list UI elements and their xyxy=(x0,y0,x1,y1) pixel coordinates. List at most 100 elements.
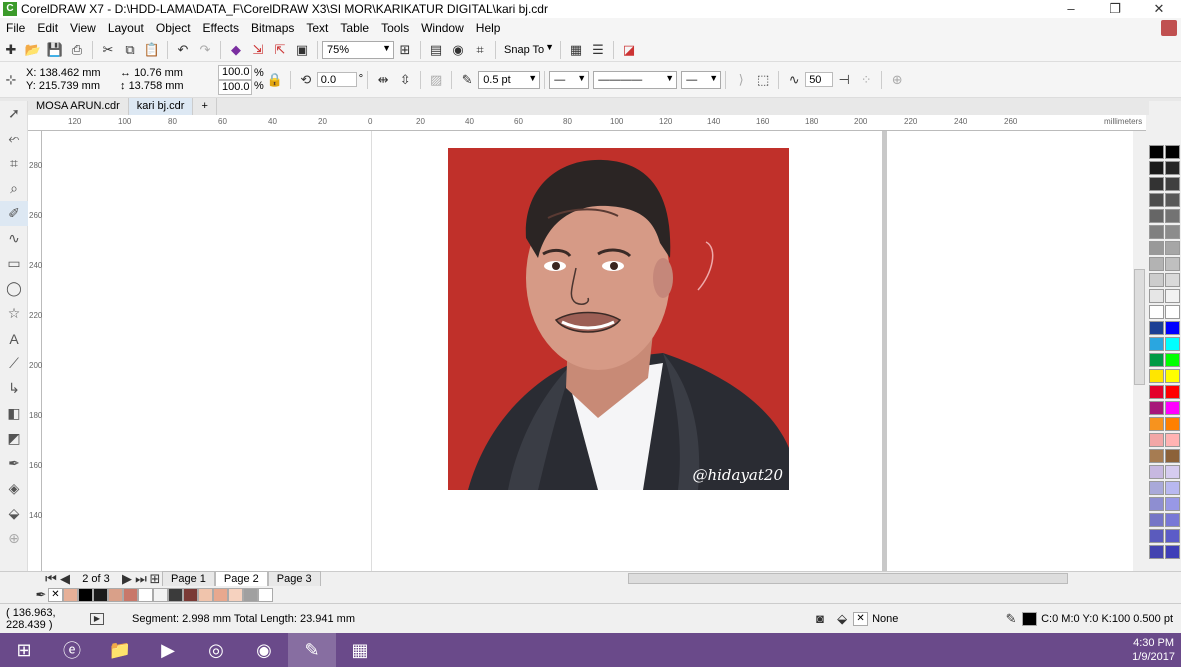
drop-shadow-icon[interactable]: ◧ xyxy=(0,401,28,426)
palette-swatch[interactable] xyxy=(1165,433,1180,447)
palette-swatch[interactable] xyxy=(1149,225,1164,239)
polygon-tool-icon[interactable]: ☆ xyxy=(0,301,28,326)
palette-swatch[interactable] xyxy=(1165,465,1180,479)
document-swatch[interactable] xyxy=(228,587,243,602)
scale-x-input[interactable]: 100.0 xyxy=(218,64,252,80)
new-document-icon[interactable]: ✚ xyxy=(0,39,22,61)
connector-tool-icon[interactable]: ↳ xyxy=(0,376,28,401)
palette-swatch[interactable] xyxy=(1149,417,1164,431)
height-field[interactable]: ↕ 13.758 mm xyxy=(120,80,212,93)
drawing-canvas[interactable]: @hidayat20 xyxy=(42,131,1146,571)
palette-swatch[interactable] xyxy=(1149,177,1164,191)
palette-swatch[interactable] xyxy=(1149,449,1164,463)
palette-swatch[interactable] xyxy=(1149,273,1164,287)
rectangle-tool-icon[interactable]: ▭ xyxy=(0,251,28,276)
smart-fill-icon[interactable]: ⬙ xyxy=(0,501,28,526)
palette-swatch[interactable] xyxy=(1149,369,1164,383)
palette-swatch[interactable] xyxy=(1165,289,1180,303)
palette-swatch[interactable] xyxy=(1149,465,1164,479)
menu-layout[interactable]: Layout xyxy=(102,18,150,38)
tab-mosa-arun[interactable]: MOSA ARUN.cdr xyxy=(28,98,129,115)
palette-swatch[interactable] xyxy=(1165,193,1180,207)
caricature-artwork[interactable]: @hidayat20 xyxy=(448,148,789,490)
palette-swatch[interactable] xyxy=(1149,385,1164,399)
lock-ratio-icon[interactable]: 🔒 xyxy=(264,69,286,91)
vertical-scroll-thumb[interactable] xyxy=(1134,269,1145,385)
outline-pen-icon[interactable]: ✎ xyxy=(1000,608,1022,630)
end-arrowhead-select[interactable]: — ▼ xyxy=(681,70,722,89)
palette-swatch[interactable] xyxy=(1165,145,1180,159)
print-icon[interactable]: ⎙ xyxy=(66,39,88,61)
chrome-icon[interactable]: ◎ xyxy=(192,633,240,667)
palette-swatch[interactable] xyxy=(1165,321,1180,335)
new-tab-button[interactable]: + xyxy=(193,98,217,115)
document-swatch[interactable] xyxy=(123,587,138,602)
palette-swatch[interactable] xyxy=(1149,193,1164,207)
palette-swatch[interactable] xyxy=(1149,401,1164,415)
file-explorer-icon[interactable]: 📁 xyxy=(96,633,144,667)
smoothing-input[interactable]: 50 xyxy=(805,72,834,87)
artistic-media-icon[interactable]: ∿ xyxy=(0,226,28,251)
palette-swatch[interactable] xyxy=(1165,449,1180,463)
palette-swatch[interactable] xyxy=(1165,337,1180,351)
outline-width-select[interactable]: 0.5 pt ▼ xyxy=(478,70,541,89)
palette-swatch[interactable] xyxy=(1165,529,1180,543)
palette-swatch[interactable] xyxy=(1165,273,1180,287)
horizontal-scrollbar[interactable] xyxy=(628,573,1068,584)
interactive-fill-icon[interactable]: ◈ xyxy=(0,476,28,501)
show-grid-icon[interactable]: ⌗ xyxy=(469,39,491,61)
document-swatch[interactable] xyxy=(213,587,228,602)
menu-object[interactable]: Object xyxy=(150,18,197,38)
palette-swatch[interactable] xyxy=(1165,257,1180,271)
palette-swatch[interactable] xyxy=(1149,321,1164,335)
document-swatch[interactable] xyxy=(138,587,153,602)
freehand-tool-icon[interactable]: ✐ xyxy=(0,201,28,226)
smoothing-slider-icon[interactable]: ⊣ xyxy=(833,69,855,91)
ellipse-tool-icon[interactable]: ◯ xyxy=(0,276,28,301)
mirror-vertical-icon[interactable]: ⇳ xyxy=(394,69,416,91)
start-arrowhead-select[interactable]: — ▼ xyxy=(549,70,590,89)
options-icon[interactable]: ▦ xyxy=(565,39,587,61)
palette-swatch[interactable] xyxy=(1149,209,1164,223)
user-icon[interactable] xyxy=(1161,20,1177,36)
menu-help[interactable]: Help xyxy=(470,18,507,38)
add-preset-icon[interactable]: ⊕ xyxy=(886,69,908,91)
cut-icon[interactable]: ✂ xyxy=(97,39,119,61)
no-color-swatch[interactable]: ✕ xyxy=(48,587,63,602)
palette-swatch[interactable] xyxy=(1165,513,1180,527)
page-tab-3[interactable]: Page 3 xyxy=(267,571,321,587)
wrap-text-icon[interactable]: ▨ xyxy=(425,69,447,91)
fill-tool-icon[interactable]: ◙ xyxy=(809,608,831,630)
palette-swatch[interactable] xyxy=(1149,497,1164,511)
palette-swatch[interactable] xyxy=(1149,433,1164,447)
launch-icon[interactable]: ◪ xyxy=(618,39,640,61)
document-swatch[interactable] xyxy=(153,587,168,602)
palette-swatch[interactable] xyxy=(1165,305,1180,319)
extract-subpath-icon[interactable]: ⁘ xyxy=(855,69,877,91)
play-icon[interactable]: ▶ xyxy=(90,612,104,625)
coreldraw-taskbar-icon[interactable]: ✎ xyxy=(288,633,336,667)
menu-view[interactable]: View xyxy=(64,18,102,38)
copy-icon[interactable]: ⧉ xyxy=(119,39,141,61)
palette-swatch[interactable] xyxy=(1165,241,1180,255)
document-swatch[interactable] xyxy=(198,587,213,602)
document-swatch[interactable] xyxy=(168,587,183,602)
parallel-dimension-icon[interactable]: ⟋ xyxy=(0,351,28,376)
palette-swatch[interactable] xyxy=(1149,513,1164,527)
palette-swatch[interactable] xyxy=(1149,353,1164,367)
document-swatch[interactable] xyxy=(63,587,78,602)
menu-file[interactable]: File xyxy=(0,18,31,38)
palette-swatch[interactable] xyxy=(1149,145,1164,159)
convert-to-curves-icon[interactable]: ⬚ xyxy=(752,69,774,91)
transparency-icon[interactable]: ◩ xyxy=(0,426,28,451)
zoom-fit-icon[interactable]: ⊞ xyxy=(394,39,416,61)
zoom-tool-icon[interactable]: ⌕ xyxy=(0,176,28,201)
palette-swatch[interactable] xyxy=(1165,417,1180,431)
tab-kari-bj[interactable]: kari bj.cdr xyxy=(128,98,194,115)
save-icon[interactable]: 💾 xyxy=(44,39,66,61)
paste-icon[interactable]: 📋 xyxy=(141,39,163,61)
rotation-angle-input[interactable]: 0.0 xyxy=(316,72,357,87)
redo-icon[interactable]: ↷ xyxy=(194,39,216,61)
palette-swatch[interactable] xyxy=(1149,161,1164,175)
full-screen-preview-icon[interactable]: ▤ xyxy=(425,39,447,61)
